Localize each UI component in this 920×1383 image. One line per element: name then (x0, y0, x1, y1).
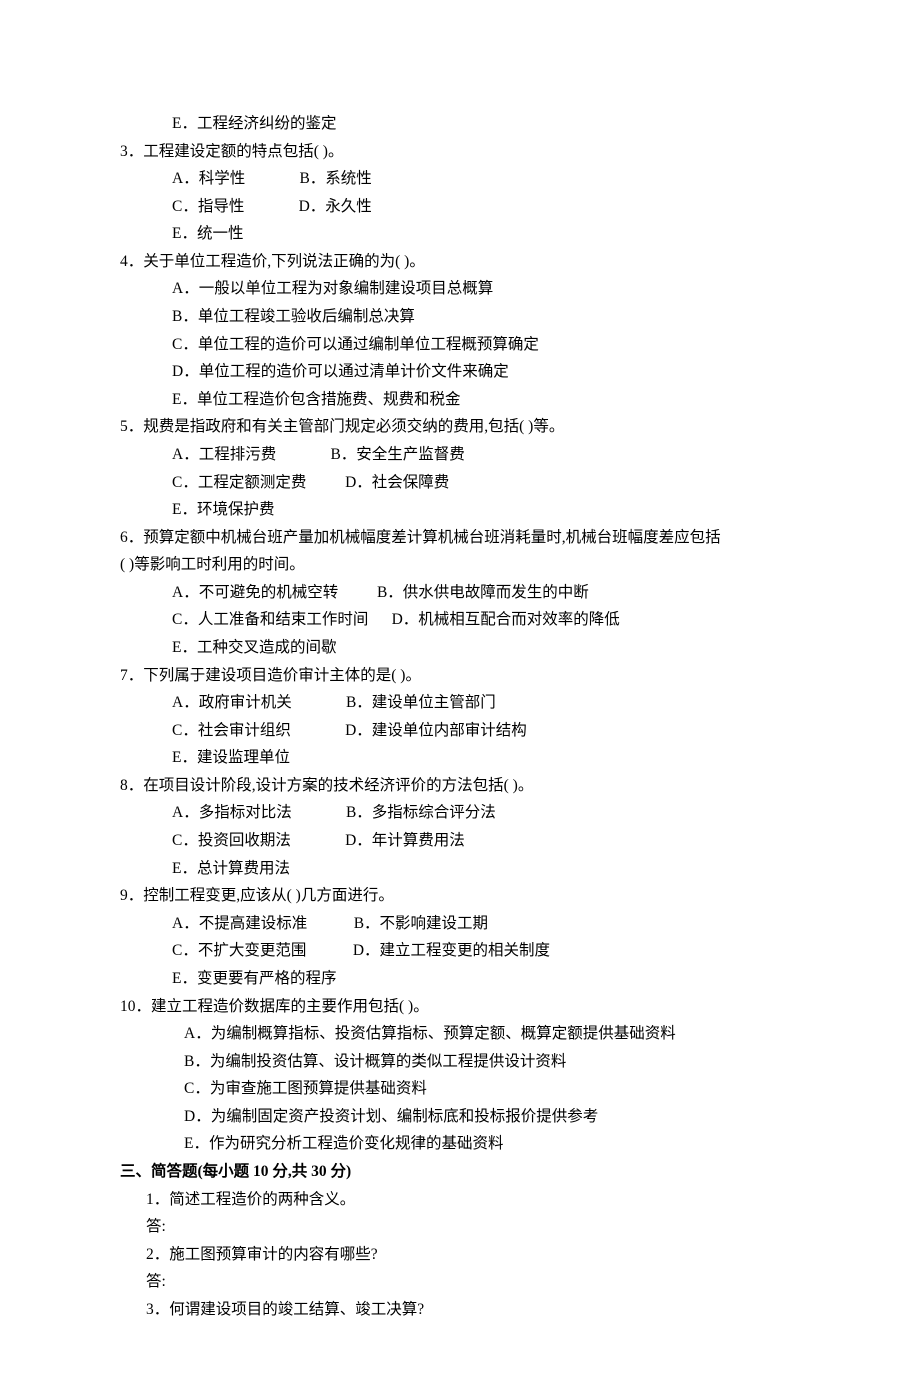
q6-stem-line2: ( )等影响工时利用的时间。 (120, 551, 805, 579)
q2-option-e: E．工程经济纠纷的鉴定 (120, 110, 805, 138)
q8-options-row2: C．投资回收期法 D．年计算费用法 (120, 827, 805, 855)
q10-option-a: A．为编制概算指标、投资估算指标、预算定额、概算定额提供基础资料 (120, 1020, 805, 1048)
q5-stem: 5．规费是指政府和有关主管部门规定必须交纳的费用,包括( )等。 (120, 413, 805, 441)
q10-option-e: E．作为研究分析工程造价变化规律的基础资料 (120, 1130, 805, 1158)
section3-q2-answer: 答: (120, 1268, 805, 1296)
q10-option-c: C．为审查施工图预算提供基础资料 (120, 1075, 805, 1103)
section3-q1: 1．简述工程造价的两种含义。 (120, 1186, 805, 1214)
q9-stem: 9．控制工程变更,应该从( )几方面进行。 (120, 882, 805, 910)
q4-option-c: C．单位工程的造价可以通过编制单位工程概预算确定 (120, 331, 805, 359)
q3-options-row3: E．统一性 (120, 220, 805, 248)
section3-q2: 2．施工图预算审计的内容有哪些? (120, 1241, 805, 1269)
q8-stem: 8．在项目设计阶段,设计方案的技术经济评价的方法包括( )。 (120, 772, 805, 800)
q6-options-row1: A．不可避免的机械空转 B．供水供电故障而发生的中断 (120, 579, 805, 607)
q6-stem-line1: 6．预算定额中机械台班产量加机械幅度差计算机械台班消耗量时,机械台班幅度差应包括 (120, 524, 805, 552)
q6-options-row2: C．人工准备和结束工作时间 D．机械相互配合而对效率的降低 (120, 606, 805, 634)
q4-option-b: B．单位工程竣工验收后编制总决算 (120, 303, 805, 331)
q9-options-row3: E．变更要有严格的程序 (120, 965, 805, 993)
q7-options-row3: E．建设监理单位 (120, 744, 805, 772)
q10-stem: 10．建立工程造价数据库的主要作用包括( )。 (120, 993, 805, 1021)
q5-options-row3: E．环境保护费 (120, 496, 805, 524)
q3-options-row1: A．科学性 B．系统性 (120, 165, 805, 193)
q8-options-row3: E．总计算费用法 (120, 855, 805, 883)
q3-options-row2: C．指导性 D．永久性 (120, 193, 805, 221)
q6-options-row3: E．工种交叉造成的间歇 (120, 634, 805, 662)
q7-options-row1: A．政府审计机关 B．建设单位主管部门 (120, 689, 805, 717)
section3-title: 三、简答题(每小题 10 分,共 30 分) (120, 1158, 805, 1186)
q4-option-a: A．一般以单位工程为对象编制建设项目总概算 (120, 275, 805, 303)
exam-page: E．工程经济纠纷的鉴定 3．工程建设定额的特点包括( )。 A．科学性 B．系统… (0, 0, 920, 1383)
section3-q3: 3．何谓建设项目的竣工结算、竣工决算? (120, 1296, 805, 1324)
q7-stem: 7．下列属于建设项目造价审计主体的是( )。 (120, 662, 805, 690)
section3-q1-answer: 答: (120, 1213, 805, 1241)
q5-options-row1: A．工程排污费 B．安全生产监督费 (120, 441, 805, 469)
q4-option-e: E．单位工程造价包含措施费、规费和税金 (120, 386, 805, 414)
q9-options-row2: C．不扩大变更范围 D．建立工程变更的相关制度 (120, 937, 805, 965)
q7-options-row2: C．社会审计组织 D．建设单位内部审计结构 (120, 717, 805, 745)
q8-options-row1: A．多指标对比法 B．多指标综合评分法 (120, 799, 805, 827)
q10-option-d: D．为编制固定资产投资计划、编制标底和投标报价提供参考 (120, 1103, 805, 1131)
q9-options-row1: A．不提高建设标准 B．不影响建设工期 (120, 910, 805, 938)
q4-stem: 4．关于单位工程造价,下列说法正确的为( )。 (120, 248, 805, 276)
q4-option-d: D．单位工程的造价可以通过清单计价文件来确定 (120, 358, 805, 386)
q5-options-row2: C．工程定额测定费 D．社会保障费 (120, 469, 805, 497)
q10-option-b: B．为编制投资估算、设计概算的类似工程提供设计资料 (120, 1048, 805, 1076)
q3-stem: 3．工程建设定额的特点包括( )。 (120, 138, 805, 166)
